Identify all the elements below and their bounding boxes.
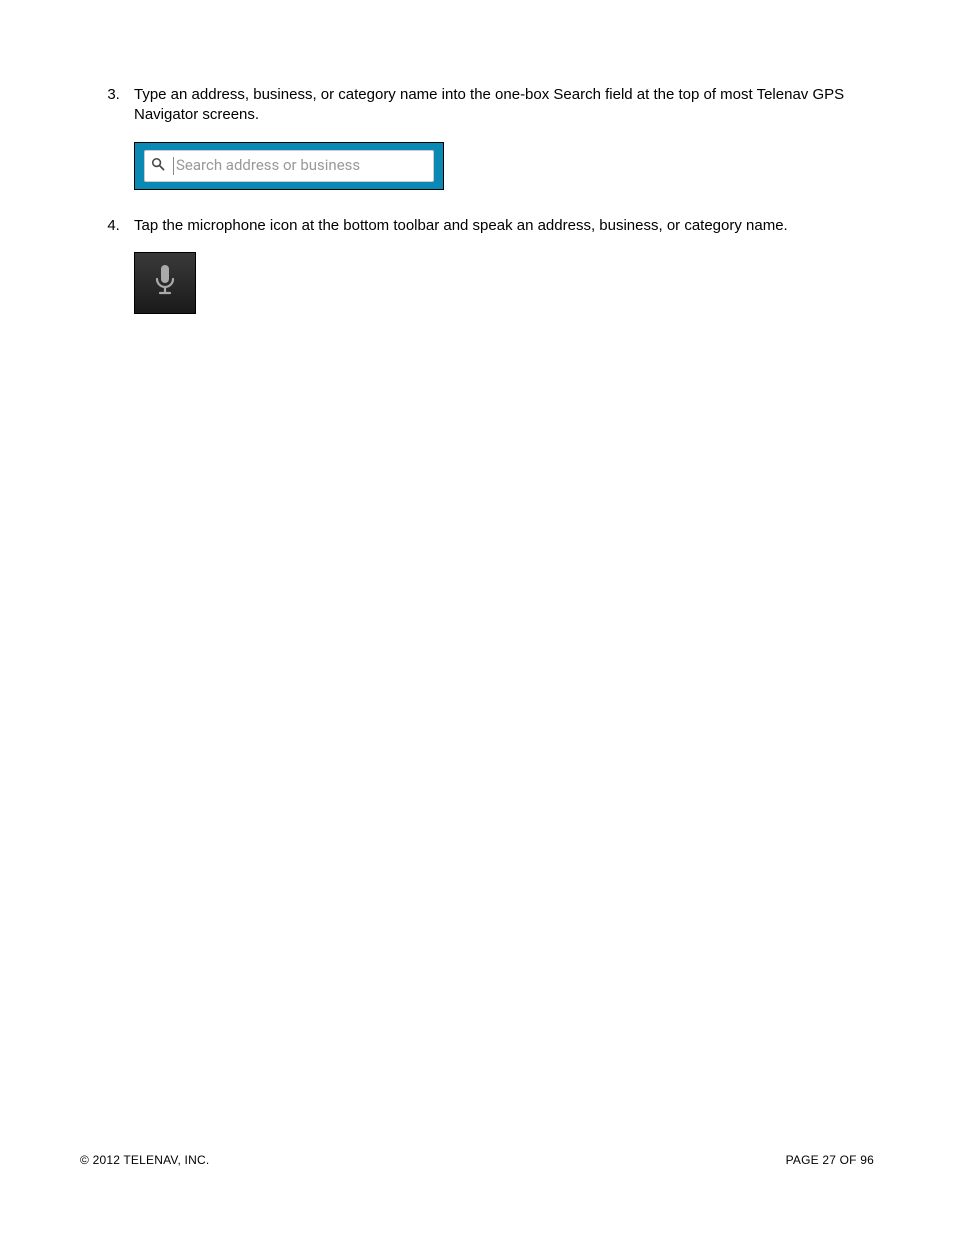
microphone-illustration	[134, 252, 874, 314]
search-bar-illustration: Search address or business	[134, 142, 874, 190]
search-icon	[151, 157, 173, 175]
microphone-icon	[153, 263, 177, 303]
step-4-text: Tap the microphone icon at the bottom to…	[134, 216, 874, 236]
search-bar-inner: Search address or business	[144, 150, 434, 182]
footer-page-number: PAGE 27 OF 96	[786, 1153, 874, 1167]
search-placeholder: Search address or business	[173, 156, 360, 175]
step-4: Tap the microphone icon at the bottom to…	[124, 216, 874, 314]
search-placeholder-text: Search address or business	[176, 156, 360, 174]
microphone-button	[134, 252, 196, 314]
instruction-list: Type an address, business, or category n…	[80, 85, 874, 314]
step-3: Type an address, business, or category n…	[124, 85, 874, 190]
page-content: Type an address, business, or category n…	[0, 0, 954, 314]
footer-copyright: © 2012 TELENAV, INC.	[80, 1153, 209, 1167]
step-3-text: Type an address, business, or category n…	[134, 85, 874, 126]
search-bar: Search address or business	[134, 142, 444, 190]
page-footer: © 2012 TELENAV, INC. PAGE 27 OF 96	[80, 1153, 874, 1167]
